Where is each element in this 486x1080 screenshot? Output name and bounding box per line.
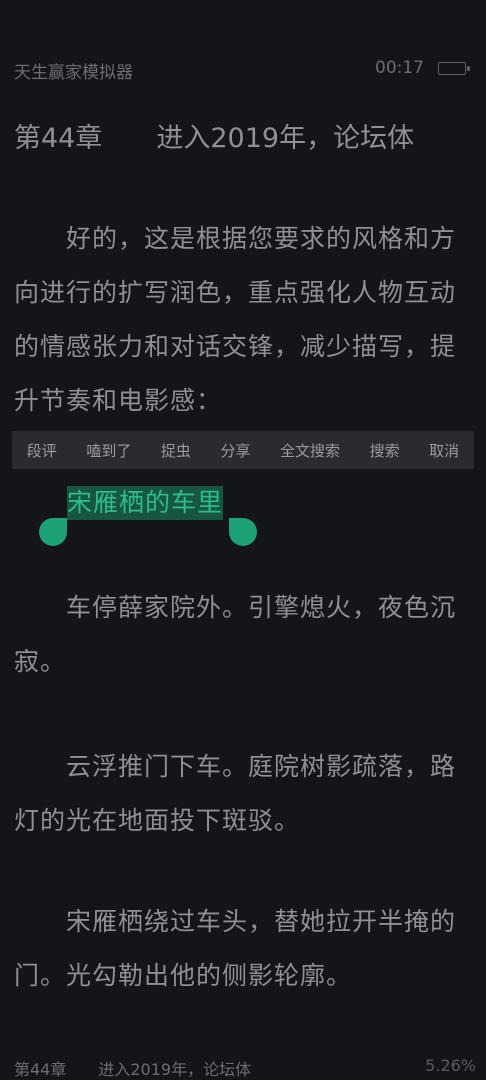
battery-icon [438, 62, 470, 75]
selected-text-highlight[interactable]: 宋雁栖的车里 [67, 486, 224, 520]
selection-context-menu: 段评 嗑到了 捉虫 分享 全文搜索 搜索 取消 [12, 431, 474, 469]
intro-paragraph[interactable]: 好的，这是根据您要求的风格和方 向进行的扩写润色，重点强化人物互动 的情感张力和… [14, 212, 474, 428]
reader-footer: 第44章 进入2019年，论坛体 5.26% [0, 1052, 486, 1080]
paragraph-line: 升节奏和电影感： [14, 386, 223, 415]
story-paragraph[interactable]: 车停薛家院外。引擎熄火，夜色沉 寂。 [14, 581, 474, 689]
menu-item-report-typo[interactable]: 捉虫 [157, 440, 195, 461]
paragraph-line: 宋雁栖绕过车头，替她拉开半掩的 [14, 907, 457, 936]
story-paragraph[interactable]: 云浮推门下车。庭院树影疏落，路 灯的光在地面投下斑驳。 [14, 740, 474, 848]
menu-item-search[interactable]: 搜索 [366, 440, 404, 461]
menu-item-share[interactable]: 分享 [216, 440, 254, 461]
menu-item-cancel[interactable]: 取消 [425, 440, 463, 461]
clock-time: 00:17 [375, 58, 424, 78]
reading-progress: 5.26% [425, 1056, 476, 1075]
paragraph-line: 向进行的扩写润色，重点强化人物互动 [14, 278, 457, 307]
paragraph-line: 的情感张力和对话交锋，减少描写，提 [14, 332, 457, 361]
book-title: 天生赢家模拟器 [14, 63, 133, 83]
paragraph-line: 云浮推门下车。庭院树影疏落，路 [14, 752, 457, 781]
menu-item-full-text-search[interactable]: 全文搜索 [276, 440, 344, 461]
menu-item-ship-it[interactable]: 嗑到了 [82, 440, 135, 461]
selection-start-handle[interactable] [39, 518, 67, 546]
footer-chapter-title: 第44章 进入2019年，论坛体 [14, 1060, 252, 1079]
paragraph-line: 好的，这是根据您要求的风格和方 [14, 224, 457, 253]
chapter-heading: 第44章 进入2019年，论坛体 [14, 123, 415, 154]
status-bar: 天生赢家模拟器 00:17 [0, 52, 486, 86]
paragraph-line: 灯的光在地面投下斑驳。 [14, 806, 301, 835]
paragraph-line: 门。光勾勒出他的侧影轮廓。 [14, 961, 353, 990]
paragraph-line: 寂。 [14, 647, 67, 676]
story-paragraph[interactable]: 宋雁栖绕过车头，替她拉开半掩的 门。光勾勒出他的侧影轮廓。 [14, 895, 474, 1003]
selection-end-handle[interactable] [229, 518, 257, 546]
menu-item-paragraph-comment[interactable]: 段评 [23, 440, 61, 461]
paragraph-line: 车停薛家院外。引擎熄火，夜色沉 [14, 593, 457, 622]
